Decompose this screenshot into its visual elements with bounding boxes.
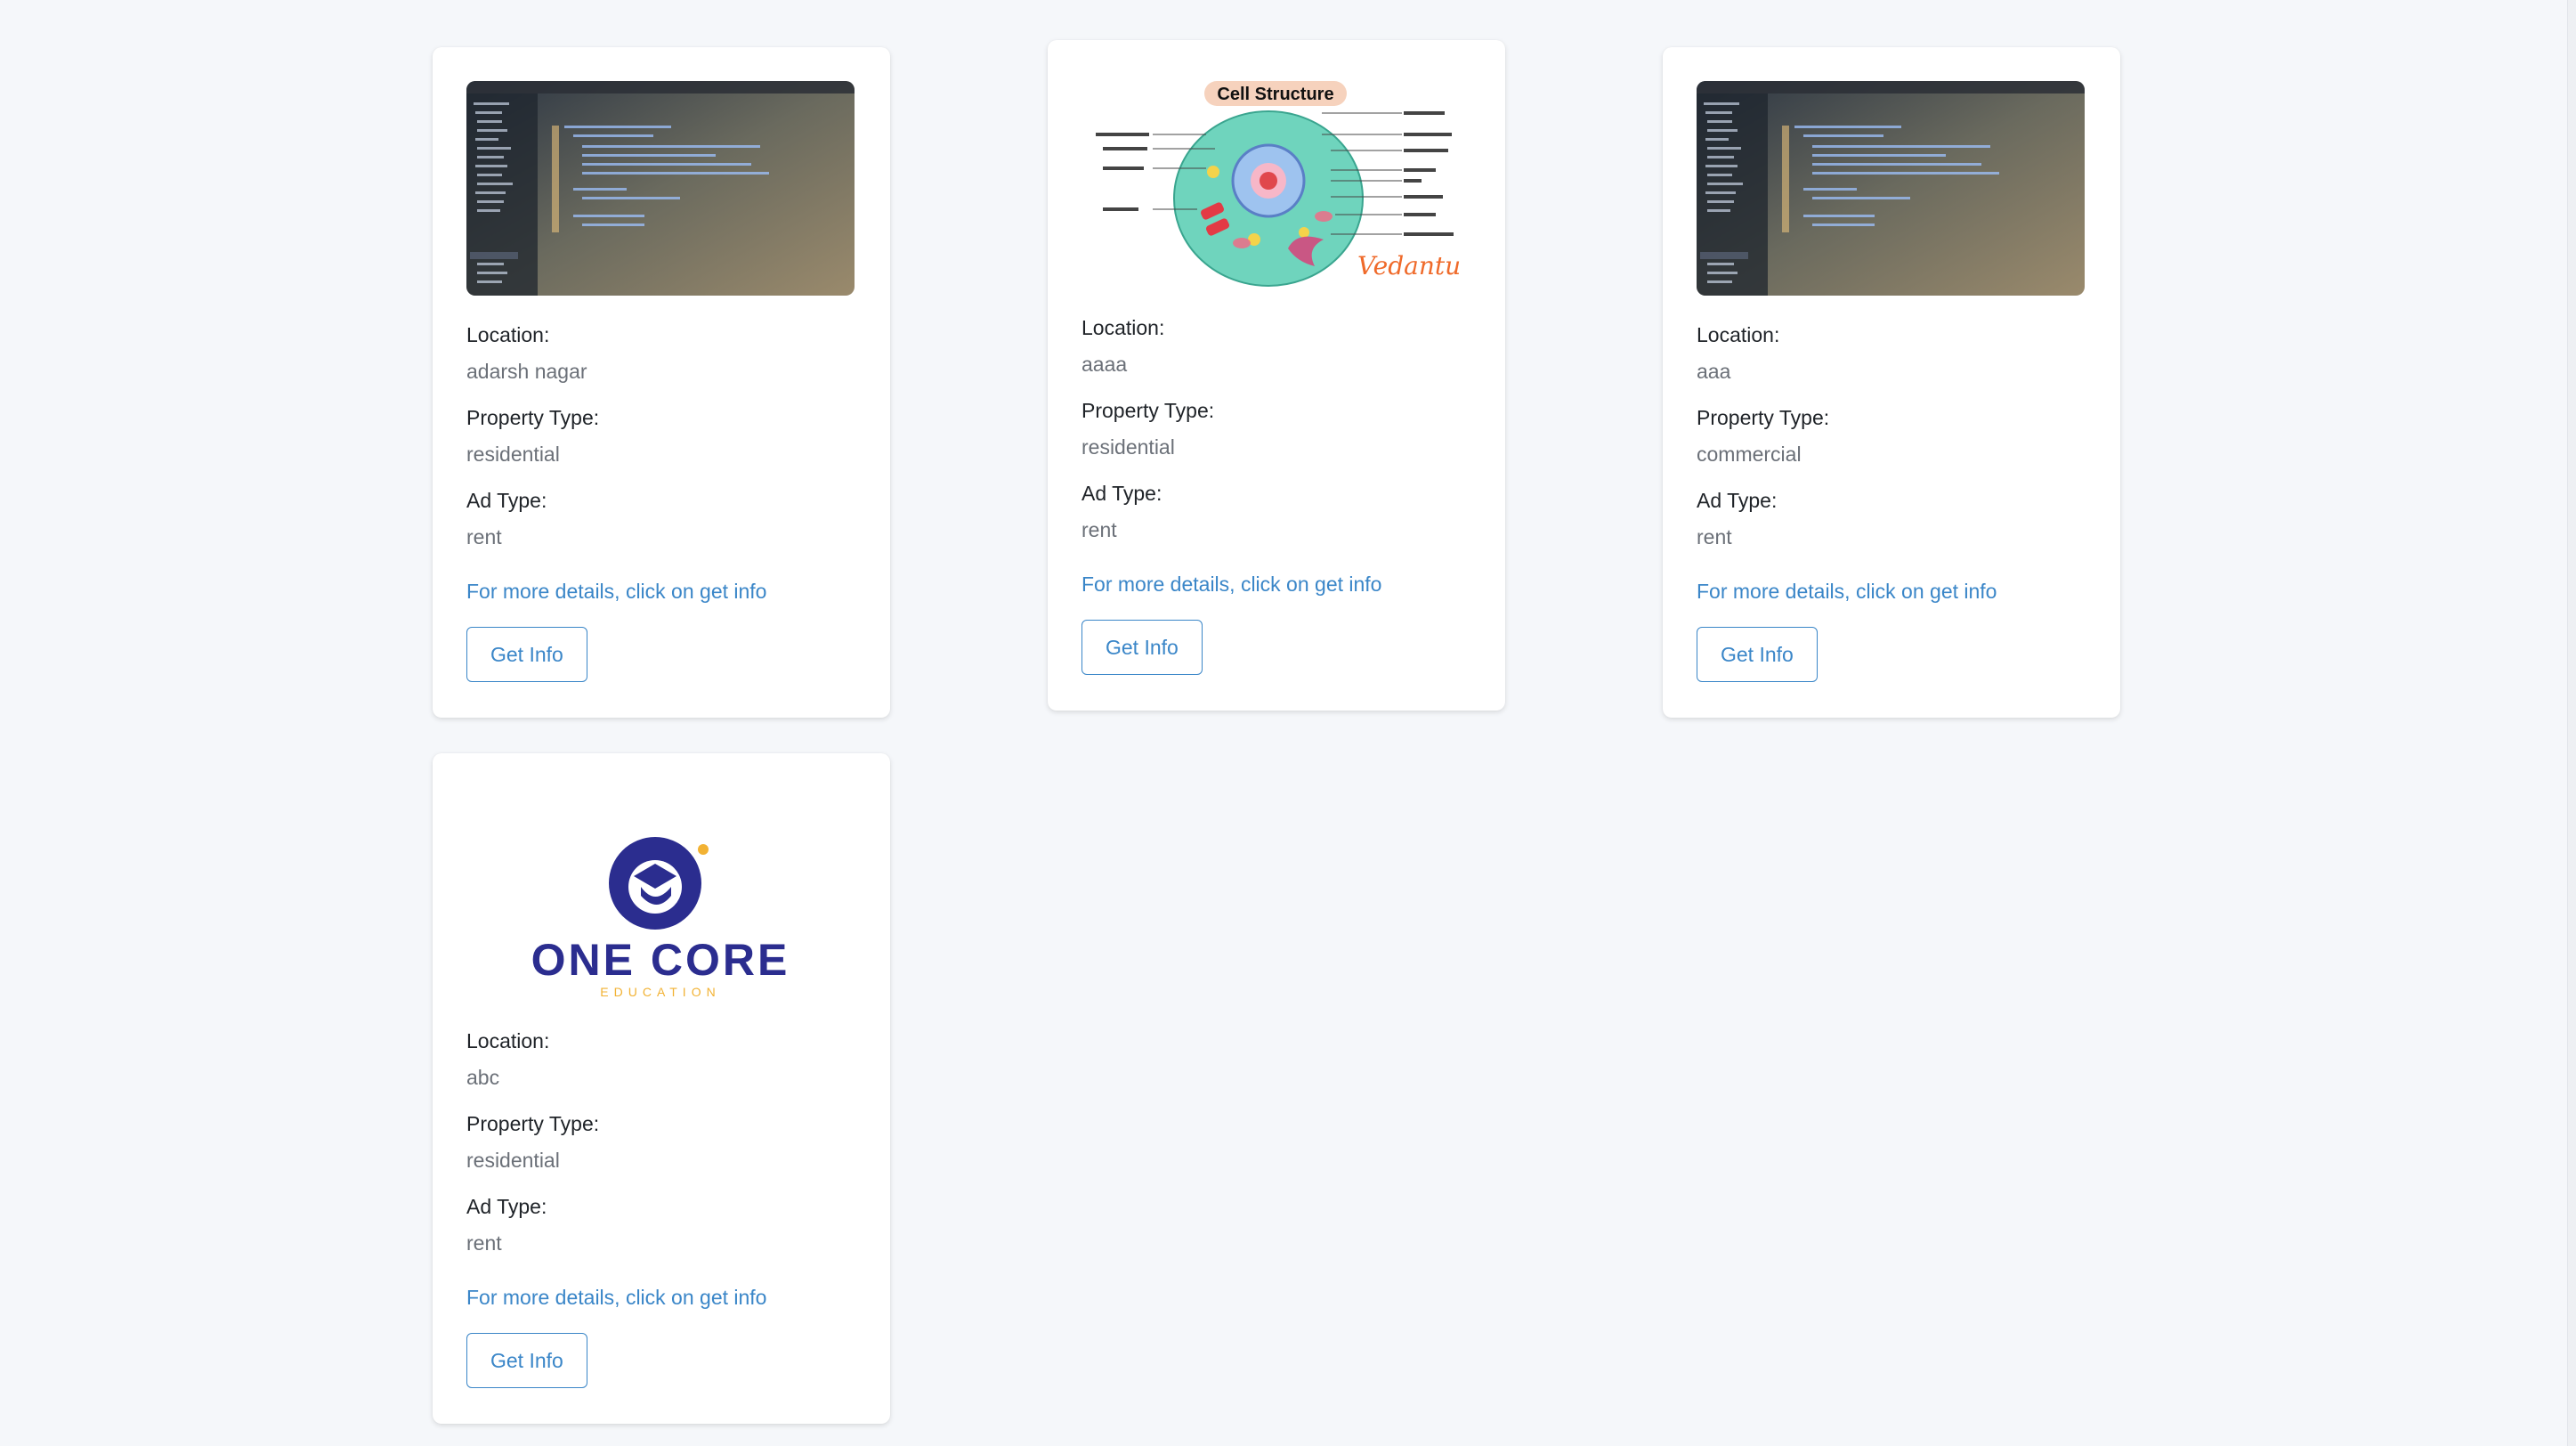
property-type-value: commercial	[1697, 443, 1802, 466]
location-value: aaa	[1697, 360, 1731, 383]
property-card: Location: adarsh nagar Property Type: re…	[433, 47, 890, 718]
property-type-value: residential	[1081, 435, 1175, 459]
location-value: aaaa	[1081, 353, 1128, 376]
ad-type-value: rent	[1697, 525, 1732, 548]
page-scrollbar[interactable]	[2567, 0, 2576, 1446]
get-info-button[interactable]: Get Info	[1081, 620, 1203, 675]
ad-type-value: rent	[466, 525, 502, 548]
location-label: Location:	[466, 323, 550, 346]
get-info-button[interactable]: Get Info	[1697, 627, 1818, 682]
location-value: abc	[466, 1066, 500, 1089]
education-wordmark: EDUCATION	[600, 985, 720, 999]
ad-type-value: rent	[466, 1231, 502, 1255]
location-label: Location:	[466, 1029, 550, 1052]
cell-structure-title: Cell Structure	[1217, 85, 1333, 104]
property-type-value: residential	[466, 1149, 560, 1172]
one-core-wordmark: ONE CORE	[531, 935, 790, 985]
get-info-button[interactable]: Get Info	[466, 1333, 587, 1388]
more-details-text: For more details, click on get info	[466, 580, 767, 603]
code-editor-image	[1697, 81, 2085, 296]
get-info-button[interactable]: Get Info	[466, 627, 587, 682]
ad-type-label: Ad Type:	[1697, 489, 1778, 512]
ad-type-value: rent	[1081, 518, 1117, 541]
property-type-label: Property Type:	[1081, 399, 1215, 422]
property-type-label: Property Type:	[466, 406, 600, 429]
more-details-text: For more details, click on get info	[466, 1286, 767, 1309]
location-value: adarsh nagar	[466, 360, 587, 383]
location-label: Location:	[1697, 323, 1780, 346]
listings-page: Location: adarsh nagar Property Type: re…	[0, 0, 2576, 1446]
location-label: Location:	[1081, 316, 1165, 339]
cell-structure-image: Cell Structure Vedantu	[1081, 74, 1470, 288]
ad-type-label: Ad Type:	[1081, 482, 1162, 505]
more-details-text: For more details, click on get info	[1697, 580, 1997, 603]
ad-type-label: Ad Type:	[466, 1195, 547, 1218]
code-editor-image	[466, 81, 855, 296]
property-card: ONE CORE EDUCATION Location: abc Propert…	[433, 753, 890, 1424]
property-card: Location: aaa Property Type: commercial …	[1663, 47, 2120, 718]
more-details-text: For more details, click on get info	[1081, 573, 1382, 596]
ad-type-label: Ad Type:	[466, 489, 547, 512]
property-card: Cell Structure Vedantu Location: aaaa Pr…	[1048, 40, 1505, 711]
vedantu-brand: Vedantu	[1357, 251, 1461, 280]
one-core-logo-image: ONE CORE EDUCATION	[466, 787, 855, 1002]
property-type-label: Property Type:	[466, 1112, 600, 1135]
property-type-value: residential	[466, 443, 560, 466]
property-type-label: Property Type:	[1697, 406, 1830, 429]
